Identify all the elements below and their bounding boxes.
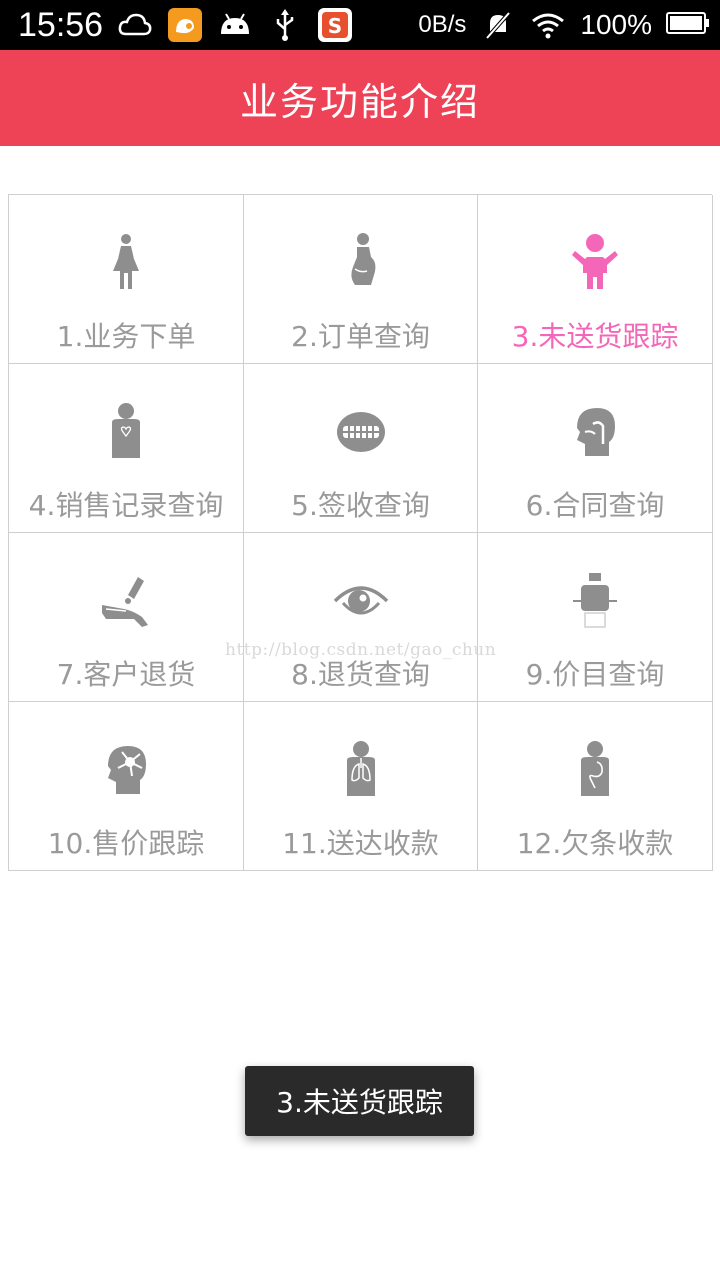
page-title: 业务功能介绍 (239, 79, 480, 124)
child-figure-icon (563, 231, 627, 295)
function-grid: 1.业务下单 2.订单查询 3.未送货跟踪 4.销售记录查询 5.签收查询 6.… (8, 194, 713, 871)
watermark: http://blog.csdn.net/gao_chun (225, 640, 497, 660)
silent-bell-icon (480, 7, 516, 43)
torso-lungs-icon (329, 738, 393, 802)
battery-icon (666, 11, 710, 39)
hand-cream-icon (94, 569, 158, 633)
grid-item-label: 7.客户退货 (56, 658, 196, 691)
head-neuron-icon (94, 738, 158, 802)
torso-heart-icon (94, 400, 158, 464)
usb-icon (267, 7, 303, 43)
title-bar: 业务功能介绍 (0, 50, 720, 146)
woman-figure-icon (94, 231, 158, 295)
grid-item-label: 9.价目查询 (525, 658, 665, 691)
grid-item-7[interactable]: 7.客户退货 (9, 533, 244, 702)
pregnant-figure-icon (329, 231, 393, 295)
grid-item-label: 4.销售记录查询 (28, 489, 224, 522)
cloud-icon (117, 7, 153, 43)
svg-text:S: S (328, 14, 342, 38)
uc-browser-icon (167, 7, 203, 43)
grid-item-12[interactable]: 12.欠条收款 (478, 702, 713, 871)
grid-item-4[interactable]: 4.销售记录查询 (9, 364, 244, 533)
android-icon (217, 7, 253, 43)
grid-item-label: 1.业务下单 (56, 320, 196, 353)
status-time: 15:56 (18, 5, 104, 44)
sogou-input-icon: S (317, 7, 353, 43)
eye-icon (329, 569, 393, 633)
grid-item-9[interactable]: 9.价目查询 (478, 533, 713, 702)
grid-item-8[interactable]: 8.退货查询 (244, 533, 478, 702)
toast-message: 3.未送货跟踪 (245, 1066, 474, 1136)
status-bar: 15:56 S 0B/s 100% (0, 0, 720, 50)
grid-item-label: 5.签收查询 (291, 489, 430, 522)
grid-item-5[interactable]: 5.签收查询 (244, 364, 478, 533)
net-speed: 0B/s (418, 11, 467, 38)
mouth-teeth-icon (329, 400, 393, 464)
grid-item-label: 10.售价跟踪 (47, 827, 205, 860)
grid-item-label: 6.合同查询 (525, 489, 665, 522)
grid-item-3[interactable]: 3.未送货跟踪 (478, 195, 713, 364)
notification-icons: S (117, 7, 353, 43)
toast-text: 3.未送货跟踪 (276, 1086, 443, 1119)
grid-item-11[interactable]: 11.送达收款 (244, 702, 478, 871)
grid-item-10[interactable]: 10.售价跟踪 (9, 702, 244, 871)
head-throat-icon (563, 400, 627, 464)
grid-item-6[interactable]: 6.合同查询 (478, 364, 713, 533)
wifi-icon (530, 7, 566, 43)
grid-item-label: 11.送达收款 (282, 827, 439, 860)
battery-percent: 100% (580, 9, 652, 40)
grid-item-1[interactable]: 1.业务下单 (9, 195, 244, 364)
grid-item-2[interactable]: 2.订单查询 (244, 195, 478, 364)
body-scan-icon (563, 569, 627, 633)
grid-item-label: 12.欠条收款 (516, 827, 674, 860)
torso-stomach-icon (563, 738, 627, 802)
grid-item-label: 3.未送货跟踪 (511, 320, 679, 353)
grid-item-label: 2.订单查询 (291, 320, 430, 353)
